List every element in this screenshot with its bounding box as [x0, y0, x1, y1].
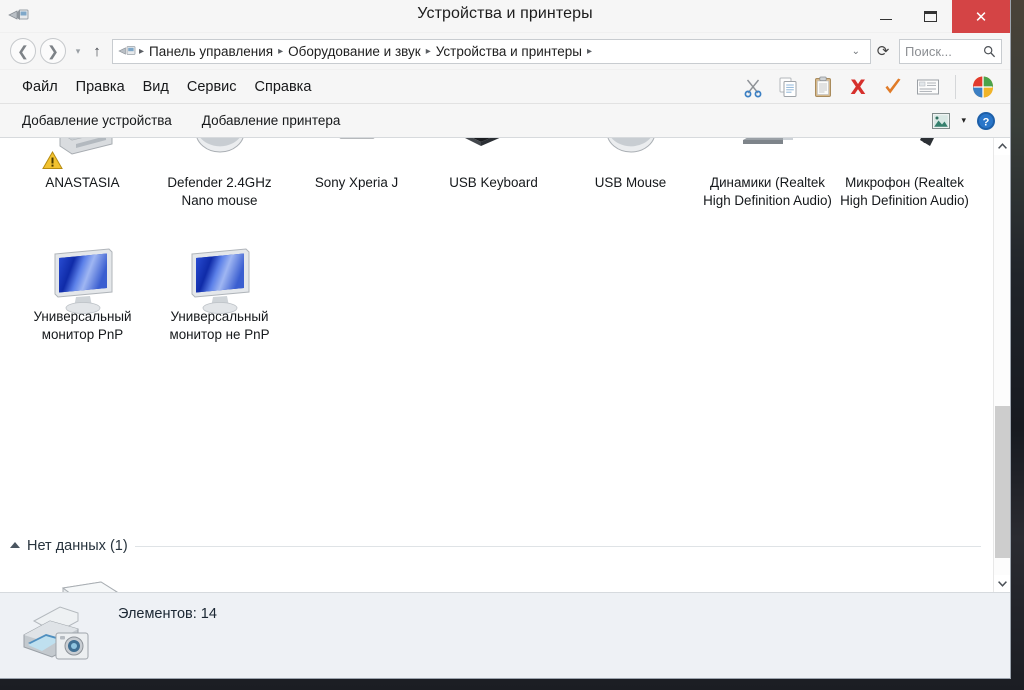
scrollbar-thumb[interactable]	[995, 406, 1010, 558]
unknown-device-tower-icon	[35, 574, 131, 592]
cut-scissors-icon[interactable]	[740, 74, 766, 100]
device-label: Sony Xperia J	[314, 175, 399, 190]
device-tile-anastasia[interactable]: ANASTASIA	[14, 138, 151, 209]
printer-camera-icon	[16, 599, 104, 671]
back-arrow-icon[interactable]: ❮	[10, 38, 36, 64]
menu-item-help[interactable]: Справка	[246, 76, 321, 98]
windows-security-shield-icon[interactable]	[970, 74, 996, 100]
toolbar-divider	[955, 74, 956, 99]
device-tile-monitor-non-pnp[interactable]: Универсальный монитор не PnP	[151, 244, 288, 343]
paste-clipboard-icon[interactable]	[810, 74, 836, 100]
content-area: ANASTASIA Defender 2.4GHz Nano mouse Son…	[0, 138, 1010, 592]
device-label: ANASTASIA	[45, 175, 120, 190]
phone-icon	[320, 138, 394, 172]
monitor-icon	[183, 244, 257, 314]
mail-envelope-icon[interactable]	[915, 74, 941, 100]
command-bar: Добавление устройства Добавление принтер…	[0, 104, 1010, 138]
svg-text:?: ?	[983, 116, 990, 128]
recent-pages-chevron-icon[interactable]: ▾	[70, 46, 86, 57]
menu-item-edit[interactable]: Правка	[67, 76, 134, 98]
breadcrumb-separator: ▸	[278, 45, 284, 57]
breadcrumb-separator: ▸	[425, 45, 431, 57]
microphone-icon	[868, 138, 942, 172]
title-bar: Устройства и принтеры ✕	[0, 0, 1010, 33]
command-bar-right: ▾ ?	[931, 111, 996, 131]
maximize-button[interactable]	[908, 0, 952, 33]
device-tile-speakers[interactable]: Динамики (Realtek High Definition Audio)	[699, 138, 836, 209]
device-tile-usb-mouse[interactable]: USB Mouse	[562, 138, 699, 209]
group-header-label: Нет данных (1)	[27, 538, 128, 554]
window-title: Устройства и принтеры	[417, 5, 593, 22]
menu-item-file[interactable]: Файл	[13, 76, 67, 98]
scroll-up-arrow-icon[interactable]	[994, 138, 1010, 155]
devices-and-printers-window: Устройства и принтеры ✕ ❮ ❯ ▾ ↑ ▸ Панель…	[0, 0, 1011, 679]
confirm-checkmark-icon[interactable]	[880, 74, 906, 100]
device-tile-sony-xperia[interactable]: Sony Xperia J	[288, 138, 425, 209]
device-label: USB Mouse	[594, 175, 667, 190]
device-tile-microphone[interactable]: Микрофон (Realtek High Definition Audio)	[836, 138, 973, 209]
device-row-top: ANASTASIA Defender 2.4GHz Nano mouse Son…	[14, 138, 993, 209]
toolbar-icons	[740, 74, 1000, 100]
forward-arrow-icon[interactable]: ❯	[40, 38, 66, 64]
menu-item-tools[interactable]: Сервис	[178, 76, 246, 98]
breadcrumb-separator: ▸	[139, 45, 145, 57]
warning-icon	[41, 151, 63, 170]
search-box[interactable]	[899, 38, 1002, 64]
mouse-icon	[594, 138, 668, 172]
keyboard-icon	[457, 138, 531, 172]
minimize-button[interactable]	[864, 0, 908, 33]
add-printer-button[interactable]: Добавление принтера	[202, 113, 341, 128]
status-bar: Элементов: 14	[0, 592, 1010, 678]
speakers-icon	[731, 138, 805, 172]
status-item-count: Элементов: 14	[118, 606, 217, 622]
vertical-scrollbar[interactable]	[993, 138, 1010, 592]
mouse-icon	[183, 138, 257, 172]
close-button[interactable]: ✕	[952, 0, 1010, 33]
change-view-icon[interactable]	[931, 112, 951, 130]
menu-bar: Файл Правка Вид Сервис Справка	[0, 70, 1010, 104]
search-input[interactable]	[905, 43, 983, 59]
window-controls: ✕	[864, 0, 1010, 33]
breadcrumb-item-hardware-sound[interactable]: Оборудование и звук	[284, 43, 425, 60]
add-device-button[interactable]: Добавление устройства	[22, 113, 172, 128]
device-row-no-data: Nokia Lumia 720 (RM-885)	[14, 574, 993, 592]
address-bar: ❮ ❯ ▾ ↑ ▸ Панель управления ▸ Оборудован…	[0, 33, 1010, 70]
help-question-icon[interactable]: ?	[976, 111, 996, 131]
breadcrumb-item-devices-printers[interactable]: Устройства и принтеры	[432, 43, 586, 60]
device-row-monitors: Универсальный монитор PnP Универсальный …	[14, 244, 993, 343]
group-header-line	[134, 545, 981, 547]
device-label: USB Keyboard	[449, 175, 538, 190]
device-tile-defender-mouse[interactable]: Defender 2.4GHz Nano mouse	[151, 138, 288, 209]
menu-item-view[interactable]: Вид	[134, 76, 178, 98]
breadcrumb-separator: ▸	[586, 45, 592, 57]
up-arrow-icon[interactable]: ↑	[86, 43, 108, 60]
device-items-pane: ANASTASIA Defender 2.4GHz Nano mouse Son…	[0, 138, 993, 592]
refresh-icon[interactable]: ⟳	[871, 42, 895, 60]
device-label: Микрофон (Realtek High Definition Audio)	[840, 175, 969, 208]
device-label: Динамики (Realtek High Definition Audio)	[703, 175, 832, 208]
close-icon: ✕	[974, 8, 988, 26]
collapse-triangle-icon[interactable]	[10, 542, 20, 548]
copy-icon[interactable]	[775, 74, 801, 100]
group-header-no-data[interactable]: Нет данных (1)	[10, 538, 981, 554]
device-tile-nokia-lumia[interactable]: Nokia Lumia 720 (RM-885)	[14, 574, 151, 592]
delete-red-x-icon[interactable]	[845, 74, 871, 100]
breadcrumb-item-control-panel[interactable]: Панель управления	[145, 43, 277, 60]
device-tile-usb-keyboard[interactable]: USB Keyboard	[425, 138, 562, 209]
breadcrumb-dropdown-icon[interactable]: ⌄	[846, 46, 866, 57]
search-icon	[983, 45, 996, 58]
computer-icon	[41, 138, 120, 172]
device-tile-monitor-pnp[interactable]: Универсальный монитор PnP	[14, 244, 151, 343]
device-label: Defender 2.4GHz Nano mouse	[167, 175, 272, 208]
monitor-icon	[46, 244, 120, 314]
scroll-down-arrow-icon[interactable]	[994, 575, 1010, 592]
view-dropdown-caret-icon[interactable]: ▾	[961, 115, 966, 126]
breadcrumb[interactable]: ▸ Панель управления ▸ Оборудование и зву…	[112, 38, 871, 64]
breadcrumb-devices-icon	[118, 44, 136, 59]
